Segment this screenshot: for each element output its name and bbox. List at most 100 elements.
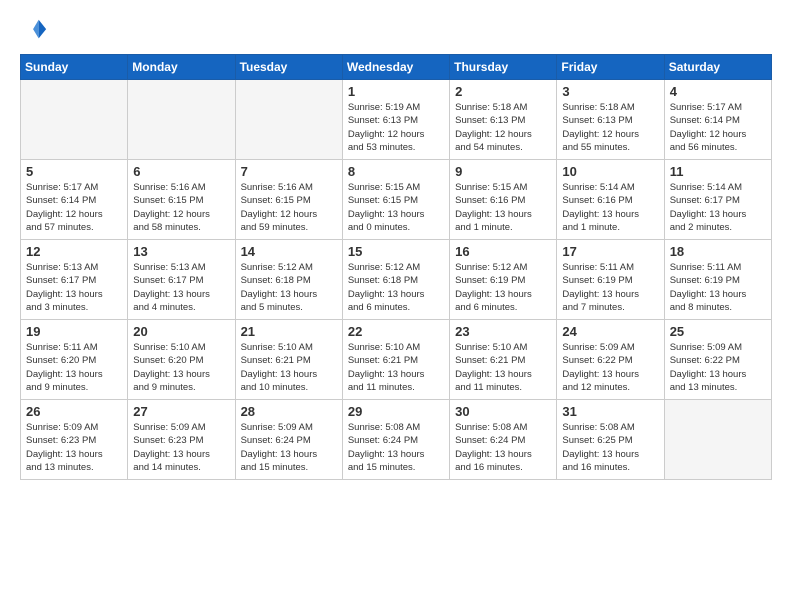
day-info: Sunrise: 5:08 AM Sunset: 6:24 PM Dayligh… [348, 421, 444, 474]
calendar-cell: 12Sunrise: 5:13 AM Sunset: 6:17 PM Dayli… [21, 240, 128, 320]
weekday-header-friday: Friday [557, 55, 664, 80]
page: SundayMondayTuesdayWednesdayThursdayFrid… [0, 0, 792, 612]
week-row-1: 1 Sunrise: 5:19 AM Sunset: 6:13 PM Daylig… [21, 80, 772, 160]
calendar-cell: 6Sunrise: 5:16 AM Sunset: 6:15 PM Daylig… [128, 160, 235, 240]
calendar-cell: 24 Sunrise: 5:09 AM Sunset: 6:22 PM Dayli… [557, 320, 664, 400]
day-info: Sunrise: 5:10 AM Sunset: 6:21 PM Dayligh… [348, 341, 444, 394]
weekday-header-tuesday: Tuesday [235, 55, 342, 80]
day-number: 8 [348, 164, 444, 179]
day-info: Sunrise: 5:12 AM Sunset: 6:18 PM Dayligh… [348, 261, 444, 314]
day-info: Sunrise: 5:11 AM Sunset: 6:20 PM Dayligh… [26, 341, 122, 394]
calendar-cell [128, 80, 235, 160]
week-row-4: 19 Sunrise: 5:11 AM Sunset: 6:20 PM Dayli… [21, 320, 772, 400]
logo [20, 16, 52, 44]
calendar-cell: 14Sunrise: 5:12 AM Sunset: 6:18 PM Dayli… [235, 240, 342, 320]
calendar-cell: 4 Sunrise: 5:17 AM Sunset: 6:14 PM Daylig… [664, 80, 771, 160]
calendar-cell: 23Sunrise: 5:10 AM Sunset: 6:21 PM Dayli… [450, 320, 557, 400]
day-number: 10 [562, 164, 658, 179]
day-number: 9 [455, 164, 551, 179]
day-info: Sunrise: 5:09 AM Sunset: 6:22 PM Dayligh… [670, 341, 766, 394]
calendar-cell: 11 Sunrise: 5:14 AM Sunset: 6:17 PM Dayli… [664, 160, 771, 240]
calendar-cell: 7 Sunrise: 5:16 AM Sunset: 6:15 PM Daylig… [235, 160, 342, 240]
day-info: Sunrise: 5:09 AM Sunset: 6:23 PM Dayligh… [26, 421, 122, 474]
day-info: Sunrise: 5:10 AM Sunset: 6:21 PM Dayligh… [455, 341, 551, 394]
day-number: 1 [348, 84, 444, 99]
day-info: Sunrise: 5:16 AM Sunset: 6:15 PM Dayligh… [133, 181, 229, 234]
day-info: Sunrise: 5:10 AM Sunset: 6:20 PM Dayligh… [133, 341, 229, 394]
calendar-cell: 16Sunrise: 5:12 AM Sunset: 6:19 PM Dayli… [450, 240, 557, 320]
day-number: 22 [348, 324, 444, 339]
day-info: Sunrise: 5:15 AM Sunset: 6:15 PM Dayligh… [348, 181, 444, 234]
day-info: Sunrise: 5:11 AM Sunset: 6:19 PM Dayligh… [562, 261, 658, 314]
calendar-table: SundayMondayTuesdayWednesdayThursdayFrid… [20, 54, 772, 480]
calendar-cell [21, 80, 128, 160]
calendar-cell: 20 Sunrise: 5:10 AM Sunset: 6:20 PM Dayli… [128, 320, 235, 400]
day-info: Sunrise: 5:19 AM Sunset: 6:13 PM Dayligh… [348, 101, 444, 154]
header [20, 16, 772, 44]
day-info: Sunrise: 5:18 AM Sunset: 6:13 PM Dayligh… [562, 101, 658, 154]
logo-icon [20, 16, 48, 44]
calendar-cell: 8 Sunrise: 5:15 AM Sunset: 6:15 PM Daylig… [342, 160, 449, 240]
day-info: Sunrise: 5:10 AM Sunset: 6:21 PM Dayligh… [241, 341, 337, 394]
day-number: 25 [670, 324, 766, 339]
calendar-cell: 27Sunrise: 5:09 AM Sunset: 6:23 PM Dayli… [128, 400, 235, 480]
weekday-header-row: SundayMondayTuesdayWednesdayThursdayFrid… [21, 55, 772, 80]
day-number: 26 [26, 404, 122, 419]
calendar-cell: 30 Sunrise: 5:08 AM Sunset: 6:24 PM Dayli… [450, 400, 557, 480]
day-number: 17 [562, 244, 658, 259]
calendar-cell: 22 Sunrise: 5:10 AM Sunset: 6:21 PM Dayli… [342, 320, 449, 400]
day-info: Sunrise: 5:09 AM Sunset: 6:24 PM Dayligh… [241, 421, 337, 474]
calendar-cell: 15Sunrise: 5:12 AM Sunset: 6:18 PM Dayli… [342, 240, 449, 320]
calendar-cell: 28 Sunrise: 5:09 AM Sunset: 6:24 PM Dayli… [235, 400, 342, 480]
weekday-header-monday: Monday [128, 55, 235, 80]
calendar-cell: 29 Sunrise: 5:08 AM Sunset: 6:24 PM Dayli… [342, 400, 449, 480]
day-number: 7 [241, 164, 337, 179]
day-info: Sunrise: 5:12 AM Sunset: 6:19 PM Dayligh… [455, 261, 551, 314]
calendar-cell [235, 80, 342, 160]
calendar-cell: 2 Sunrise: 5:18 AM Sunset: 6:13 PM Daylig… [450, 80, 557, 160]
weekday-header-thursday: Thursday [450, 55, 557, 80]
day-number: 29 [348, 404, 444, 419]
day-info: Sunrise: 5:17 AM Sunset: 6:14 PM Dayligh… [670, 101, 766, 154]
calendar-cell [664, 400, 771, 480]
day-info: Sunrise: 5:17 AM Sunset: 6:14 PM Dayligh… [26, 181, 122, 234]
week-row-2: 5 Sunrise: 5:17 AM Sunset: 6:14 PM Daylig… [21, 160, 772, 240]
calendar-cell: 26 Sunrise: 5:09 AM Sunset: 6:23 PM Dayli… [21, 400, 128, 480]
day-number: 20 [133, 324, 229, 339]
day-number: 30 [455, 404, 551, 419]
day-number: 2 [455, 84, 551, 99]
day-number: 4 [670, 84, 766, 99]
day-info: Sunrise: 5:18 AM Sunset: 6:13 PM Dayligh… [455, 101, 551, 154]
day-number: 13 [133, 244, 229, 259]
day-number: 27 [133, 404, 229, 419]
calendar-cell: 19 Sunrise: 5:11 AM Sunset: 6:20 PM Dayli… [21, 320, 128, 400]
day-info: Sunrise: 5:14 AM Sunset: 6:17 PM Dayligh… [670, 181, 766, 234]
day-number: 11 [670, 164, 766, 179]
day-info: Sunrise: 5:08 AM Sunset: 6:24 PM Dayligh… [455, 421, 551, 474]
day-number: 28 [241, 404, 337, 419]
day-info: Sunrise: 5:14 AM Sunset: 6:16 PM Dayligh… [562, 181, 658, 234]
calendar-cell: 9 Sunrise: 5:15 AM Sunset: 6:16 PM Daylig… [450, 160, 557, 240]
calendar-cell: 10 Sunrise: 5:14 AM Sunset: 6:16 PM Dayli… [557, 160, 664, 240]
calendar-cell: 13 Sunrise: 5:13 AM Sunset: 6:17 PM Dayli… [128, 240, 235, 320]
calendar-cell: 5 Sunrise: 5:17 AM Sunset: 6:14 PM Daylig… [21, 160, 128, 240]
week-row-5: 26 Sunrise: 5:09 AM Sunset: 6:23 PM Dayli… [21, 400, 772, 480]
calendar-cell: 18Sunrise: 5:11 AM Sunset: 6:19 PM Dayli… [664, 240, 771, 320]
day-info: Sunrise: 5:16 AM Sunset: 6:15 PM Dayligh… [241, 181, 337, 234]
weekday-header-saturday: Saturday [664, 55, 771, 80]
day-number: 19 [26, 324, 122, 339]
day-number: 21 [241, 324, 337, 339]
weekday-header-sunday: Sunday [21, 55, 128, 80]
day-info: Sunrise: 5:13 AM Sunset: 6:17 PM Dayligh… [133, 261, 229, 314]
calendar-cell: 3Sunrise: 5:18 AM Sunset: 6:13 PM Daylig… [557, 80, 664, 160]
day-info: Sunrise: 5:15 AM Sunset: 6:16 PM Dayligh… [455, 181, 551, 234]
calendar-cell: 25 Sunrise: 5:09 AM Sunset: 6:22 PM Dayli… [664, 320, 771, 400]
day-info: Sunrise: 5:11 AM Sunset: 6:19 PM Dayligh… [670, 261, 766, 314]
day-number: 5 [26, 164, 122, 179]
day-info: Sunrise: 5:09 AM Sunset: 6:22 PM Dayligh… [562, 341, 658, 394]
calendar-cell: 31Sunrise: 5:08 AM Sunset: 6:25 PM Dayli… [557, 400, 664, 480]
calendar-cell: 17 Sunrise: 5:11 AM Sunset: 6:19 PM Dayli… [557, 240, 664, 320]
day-number: 24 [562, 324, 658, 339]
day-number: 31 [562, 404, 658, 419]
calendar-cell: 1 Sunrise: 5:19 AM Sunset: 6:13 PM Daylig… [342, 80, 449, 160]
